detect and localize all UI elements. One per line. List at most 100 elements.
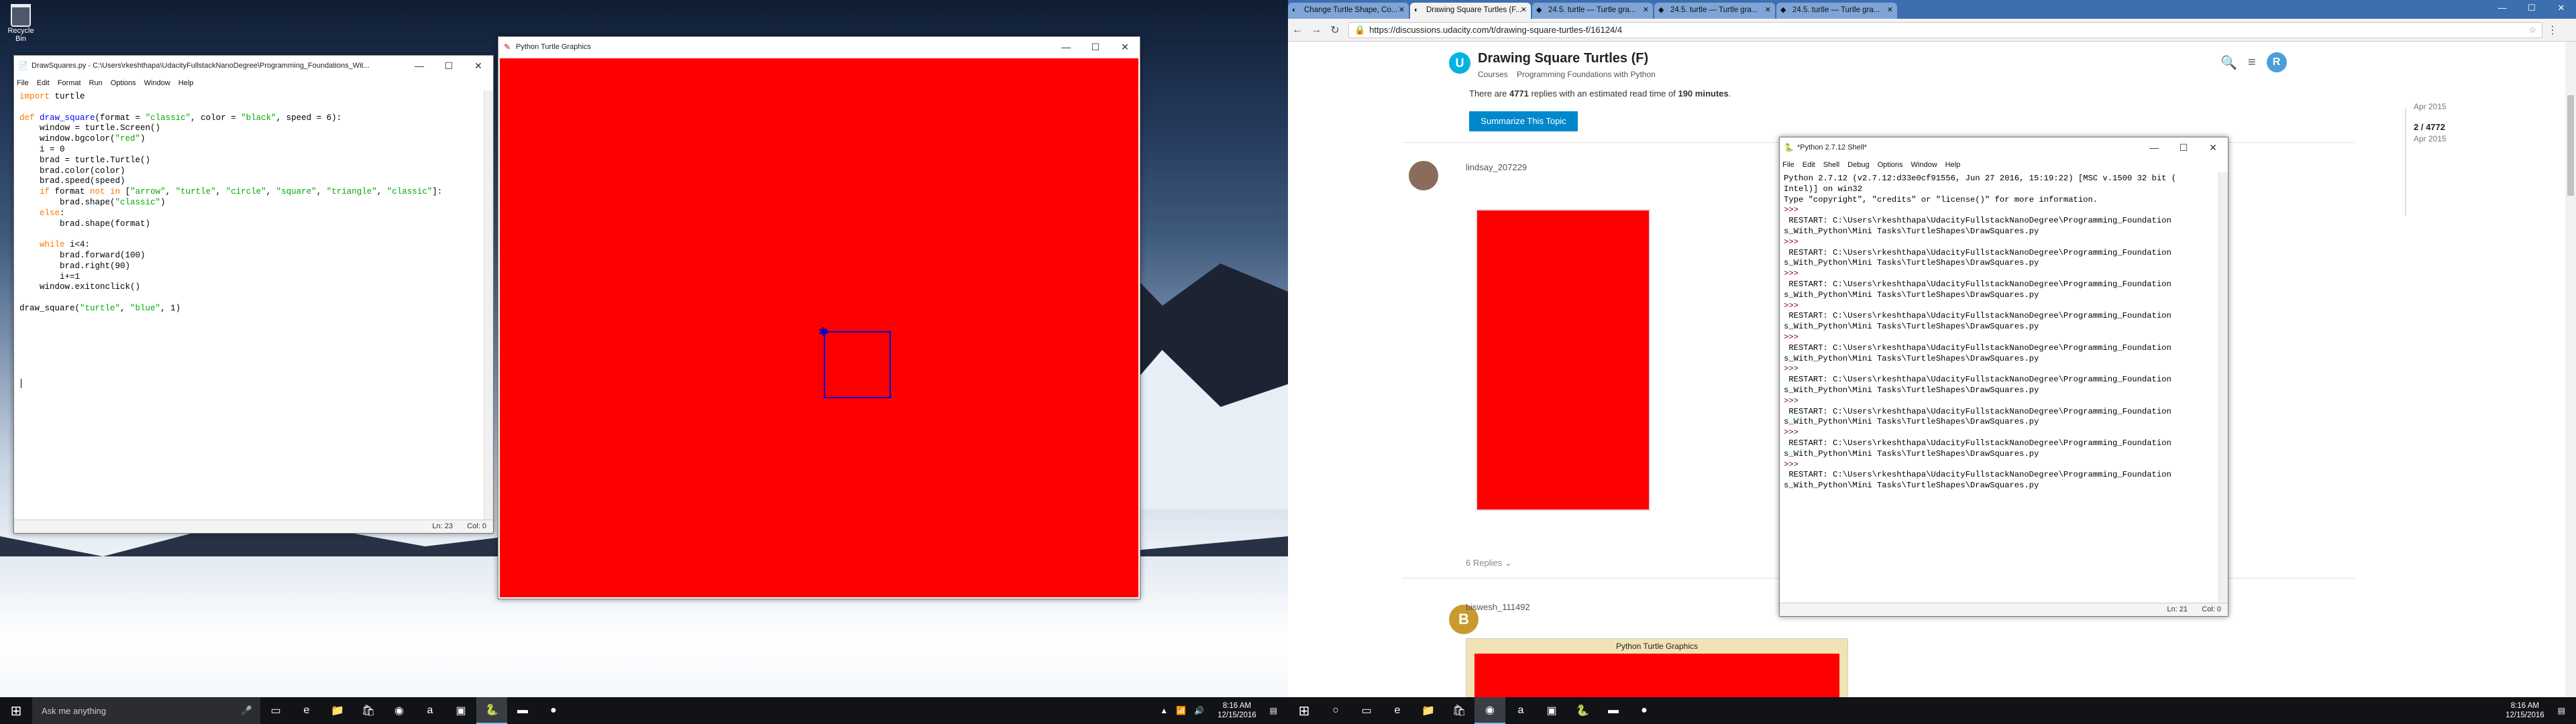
idle-editor-window[interactable]: 📄 DrawSquares.py - C:\Users\rkeshthapa\U…: [13, 55, 494, 534]
task-view-icon[interactable]: ▭: [260, 697, 291, 724]
cmd-icon[interactable]: ▬: [1598, 697, 1629, 724]
menu-edit[interactable]: Edit: [37, 79, 50, 87]
menu-options[interactable]: Options: [1878, 161, 1903, 169]
user-avatar-lindsay[interactable]: [1409, 161, 1438, 190]
recycle-bin[interactable]: Recycle Bin: [5, 4, 36, 43]
spotify-icon[interactable]: ●: [1629, 697, 1660, 724]
edge-icon[interactable]: e: [1382, 697, 1413, 724]
replies-toggle[interactable]: 6 Replies ⌄: [1466, 558, 1512, 568]
editor-scrollbar[interactable]: [484, 90, 493, 520]
menu-run[interactable]: Run: [89, 79, 103, 87]
page-scrollbar[interactable]: [2565, 42, 2576, 697]
turtle-titlebar[interactable]: ✎ Python Turtle Graphics — ☐ ✕: [498, 37, 1140, 57]
tab-turtle-docs-3[interactable]: ◆ 24.5. turtle — Turtle gra... ✕: [1776, 3, 1897, 19]
action-center-icon[interactable]: ▤: [1270, 706, 1277, 715]
menu-window[interactable]: Window: [1911, 161, 1937, 169]
maximize-button[interactable]: ☐: [434, 56, 464, 76]
amazon-icon[interactable]: a: [1505, 697, 1536, 724]
maximize-button[interactable]: ☐: [2517, 0, 2546, 16]
minimize-button[interactable]: —: [405, 56, 434, 76]
file-explorer-icon[interactable]: 📁: [322, 697, 353, 724]
spotify-icon[interactable]: ●: [538, 697, 569, 724]
menu-help[interactable]: Help: [1945, 161, 1961, 169]
tab-close-icon[interactable]: ✕: [1887, 5, 1893, 14]
idle-taskbar-icon[interactable]: 🐍: [476, 697, 507, 724]
action-center-icon[interactable]: ▤: [2558, 706, 2565, 715]
shell-scrollbar[interactable]: [2218, 172, 2228, 603]
idle-taskbar-icon[interactable]: 🐍: [1567, 697, 1598, 724]
close-button[interactable]: ✕: [2198, 137, 2228, 158]
timeline-track[interactable]: [2405, 109, 2406, 216]
close-button[interactable]: ✕: [464, 56, 493, 76]
minimize-button[interactable]: —: [2139, 137, 2169, 158]
reload-icon[interactable]: ↻: [1326, 23, 1344, 37]
post-screenshot-image[interactable]: [1476, 209, 1650, 511]
tab-change-turtle-shape[interactable]: ◐ Change Turtle Shape, Co... ✕: [1288, 3, 1409, 19]
tab-drawing-square-turtles[interactable]: ◐ Drawing Square Turtles (F... ✕: [1410, 3, 1531, 19]
topic-title[interactable]: Drawing Square Turtles (F): [1478, 51, 1648, 66]
menu-help[interactable]: Help: [178, 79, 194, 87]
bookmark-star-icon[interactable]: ☆: [2528, 25, 2536, 36]
amazon-icon[interactable]: a: [415, 697, 445, 724]
cortana-icon[interactable]: ○: [1320, 697, 1351, 724]
app-icon[interactable]: ▣: [1536, 697, 1567, 724]
tab-close-icon[interactable]: ✕: [1643, 5, 1649, 14]
edge-icon[interactable]: e: [291, 697, 322, 724]
post-image-turtle[interactable]: Python Turtle Graphics: [1466, 638, 1848, 697]
search-icon[interactable]: 🔍: [2220, 54, 2237, 71]
tab-close-icon[interactable]: ✕: [1399, 5, 1405, 14]
udacity-logo-icon[interactable]: U: [1449, 52, 1470, 74]
tab-turtle-docs-2[interactable]: ◆ 24.5. turtle — Turtle gra... ✕: [1654, 3, 1775, 19]
chrome-menu-icon[interactable]: ⋮: [2542, 23, 2563, 37]
windows-start-icon[interactable]: ⊞: [0, 697, 32, 724]
turtle-graphics-window[interactable]: ✎ Python Turtle Graphics — ☐ ✕ ✱: [498, 36, 1140, 599]
tab-close-icon[interactable]: ✕: [1765, 5, 1771, 14]
menu-format[interactable]: Format: [58, 79, 81, 87]
cortana-search[interactable]: Ask me anything 🎤: [32, 697, 260, 724]
hamburger-menu-icon[interactable]: ≡: [2248, 55, 2256, 70]
menu-file[interactable]: File: [1782, 161, 1794, 169]
back-icon[interactable]: ←: [1288, 24, 1307, 36]
close-button[interactable]: ✕: [2546, 0, 2576, 16]
volume-icon[interactable]: 🔊: [1194, 706, 1204, 715]
user-avatar[interactable]: R: [2266, 52, 2287, 72]
tab-close-icon[interactable]: ✕: [1521, 5, 1527, 14]
turtle-canvas[interactable]: ✱: [500, 58, 1138, 597]
store-icon[interactable]: 🛍: [1444, 697, 1474, 724]
menu-edit[interactable]: Edit: [1803, 161, 1815, 169]
forward-icon[interactable]: →: [1307, 24, 1326, 36]
menu-options[interactable]: Options: [111, 79, 136, 87]
menu-debug[interactable]: Debug: [1847, 161, 1869, 169]
tab-turtle-docs-1[interactable]: ◆ 24.5. turtle — Turtle gra... ✕: [1532, 3, 1653, 19]
app-icon[interactable]: ▣: [445, 697, 476, 724]
task-view-icon[interactable]: ▭: [1351, 697, 1382, 724]
editor-titlebar[interactable]: 📄 DrawSquares.py - C:\Users\rkeshthapa\U…: [14, 56, 493, 76]
summarize-button[interactable]: Summarize This Topic: [1469, 111, 1578, 131]
chrome-icon[interactable]: ◉: [1474, 697, 1505, 724]
post-username[interactable]: biswesh_111492: [1466, 602, 1530, 612]
address-bar[interactable]: 🔒 https://discussions.udacity.com/t/draw…: [1348, 21, 2542, 38]
menu-file[interactable]: File: [17, 79, 29, 87]
file-explorer-icon[interactable]: 📁: [1413, 697, 1444, 724]
post-username[interactable]: lindsay_207229: [1466, 162, 1527, 172]
close-button[interactable]: ✕: [1110, 37, 1140, 57]
python-shell-window[interactable]: 🐍 *Python 2.7.12 Shell* — ☐ ✕ File Edit …: [1779, 137, 2229, 617]
minimize-button[interactable]: —: [2487, 0, 2517, 16]
shell-output[interactable]: Python 2.7.12 (v2.7.12:d33e0cf91556, Jun…: [1784, 174, 2176, 491]
breadcrumb-courses[interactable]: Courses: [1478, 70, 1508, 79]
maximize-button[interactable]: ☐: [1081, 37, 1110, 57]
cmd-icon[interactable]: ▬: [507, 697, 538, 724]
microphone-icon[interactable]: 🎤: [241, 705, 252, 716]
chrome-icon[interactable]: ◉: [384, 697, 415, 724]
menu-shell[interactable]: Shell: [1823, 161, 1839, 169]
breadcrumb-course[interactable]: Programming Foundations with Python: [1517, 70, 1656, 79]
shell-titlebar[interactable]: 🐍 *Python 2.7.12 Shell* — ☐ ✕: [1780, 137, 2228, 158]
tray-notification-icon[interactable]: ▲: [1160, 706, 1168, 715]
clock[interactable]: 8:16 AM 12/15/2016: [2506, 701, 2544, 720]
maximize-button[interactable]: ☐: [2169, 137, 2198, 158]
menu-window[interactable]: Window: [144, 79, 170, 87]
windows-start-icon[interactable]: ⊞: [1288, 697, 1320, 724]
minimize-button[interactable]: —: [1051, 37, 1081, 57]
scrollbar-thumb[interactable]: [2567, 95, 2574, 196]
store-icon[interactable]: 🛍: [353, 697, 384, 724]
